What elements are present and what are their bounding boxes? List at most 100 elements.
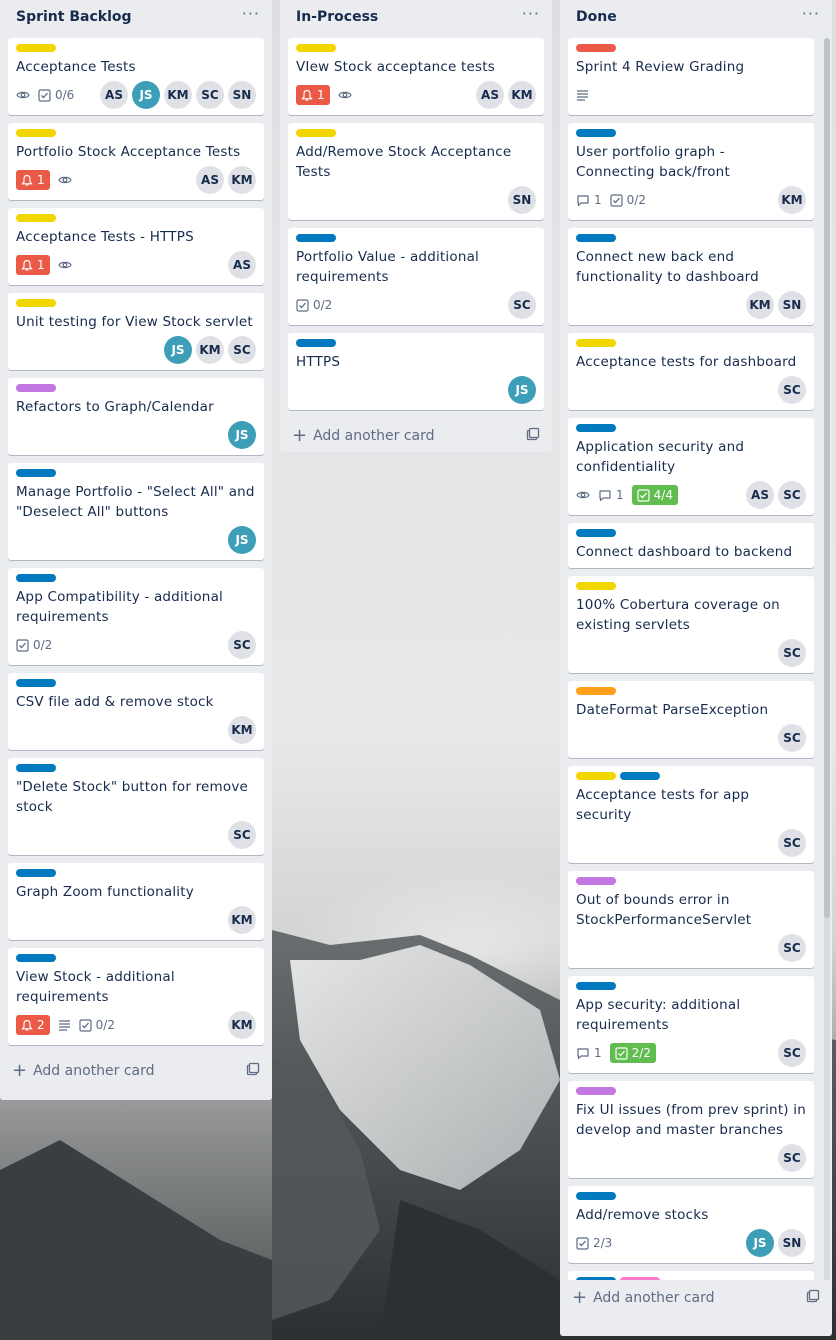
card[interactable]: Connect new back end functionality to da… [568,228,814,325]
label-blue[interactable] [576,1192,616,1200]
card[interactable]: Acceptance Tests 0/6 AS JS KM SC SN [8,38,264,115]
card[interactable]: Out of bounds error in StockPerformanceS… [568,871,814,968]
template-icon[interactable] [806,1289,820,1307]
card[interactable]: Application security and confidentiality… [568,418,814,515]
avatar[interactable]: SC [228,631,256,659]
avatar[interactable]: SC [778,481,806,509]
card[interactable]: VIew Stock acceptance tests 1 AS KM [288,38,544,115]
label-yellow[interactable] [16,44,56,52]
label-blue[interactable] [16,869,56,877]
avatar[interactable]: SC [778,724,806,752]
avatar[interactable]: AS [228,251,256,279]
list-menu-icon[interactable]: ··· [242,4,260,23]
label-blue[interactable] [620,772,660,780]
add-card-button[interactable]: + Add another card [280,418,552,454]
label-purple[interactable] [576,1087,616,1095]
list-menu-icon[interactable]: ··· [522,4,540,23]
label-blue[interactable] [16,469,56,477]
avatar[interactable]: KM [228,166,256,194]
avatar[interactable]: SN [228,81,256,109]
label-red[interactable] [576,44,616,52]
avatar[interactable]: AS [196,166,224,194]
avatar[interactable]: SC [778,934,806,962]
card[interactable]: Acceptance tests for dashboard SC [568,333,814,410]
template-icon[interactable] [246,1062,260,1080]
avatar[interactable]: SC [778,639,806,667]
card[interactable]: Fix UI issues (from prev sprint) in deve… [568,1081,814,1178]
card[interactable]: Add/remove stocks 2/3 JS SN [568,1186,814,1263]
avatar[interactable]: SC [508,291,536,319]
avatar[interactable]: SN [508,186,536,214]
label-yellow[interactable] [576,582,616,590]
label-yellow[interactable] [16,299,56,307]
avatar[interactable]: SC [778,1039,806,1067]
avatar[interactable]: SC [778,829,806,857]
card[interactable]: "Delete Stock" button for remove stock SC [8,758,264,855]
card[interactable]: DateFormat ParseException SC [568,681,814,758]
label-blue[interactable] [16,574,56,582]
label-blue[interactable] [576,529,616,537]
avatar[interactable]: JS [164,336,192,364]
card[interactable]: User portfolio graph - Connecting back/f… [568,123,814,220]
avatar[interactable]: SC [228,336,256,364]
card[interactable]: Refactors to Graph/Calendar JS [8,378,264,455]
label-yellow[interactable] [576,339,616,347]
card[interactable]: App Compatibility - additional requireme… [8,568,264,665]
card[interactable]: Add/Remove Stock Acceptance Tests SN [288,123,544,220]
label-blue[interactable] [16,679,56,687]
label-yellow[interactable] [296,44,336,52]
card[interactable]: Acceptance tests for app security SC [568,766,814,863]
card[interactable]: 100% Cobertura coverage on existing serv… [568,576,814,673]
avatar[interactable]: KM [228,716,256,744]
avatar[interactable]: AS [100,81,128,109]
avatar[interactable]: SC [778,1144,806,1172]
avatar[interactable]: SC [778,376,806,404]
card[interactable]: HTTPS JS [288,333,544,410]
label-blue[interactable] [16,764,56,772]
card[interactable]: Sprint 4 Review Grading [568,38,814,115]
label-blue[interactable] [576,129,616,137]
template-icon[interactable] [526,427,540,445]
card[interactable]: View Stock - additional requirements 2 0/2… [8,948,264,1045]
label-blue[interactable] [296,234,336,242]
list-title[interactable]: Sprint Backlog [16,9,132,25]
avatar[interactable]: SN [778,291,806,319]
label-blue[interactable] [576,424,616,432]
card[interactable]: Portfolio Stock Acceptance Tests 1 AS KM [8,123,264,200]
add-card-button[interactable]: + Add another card [560,1280,832,1316]
card[interactable]: Connect dashboard to backend [568,523,814,568]
card[interactable]: Acceptance Tests - HTTPS 1 AS [8,208,264,285]
label-blue[interactable] [296,339,336,347]
add-card-button[interactable]: + Add another card [0,1053,272,1089]
avatar[interactable]: KM [778,186,806,214]
label-yellow[interactable] [16,129,56,137]
label-blue[interactable] [16,954,56,962]
avatar[interactable]: SN [778,1229,806,1257]
avatar[interactable]: SC [196,81,224,109]
card-scroll-area[interactable]: Sprint 4 Review Grading User portfolio gr… [560,36,832,1298]
avatar[interactable]: JS [508,376,536,404]
avatar[interactable]: JS [746,1229,774,1257]
label-yellow[interactable] [576,772,616,780]
list-title[interactable]: In-Process [296,9,378,25]
avatar[interactable]: JS [228,526,256,554]
label-purple[interactable] [576,877,616,885]
list-menu-icon[interactable]: ··· [802,4,820,23]
card[interactable]: CSV file add & remove stock KM [8,673,264,750]
card[interactable]: Graph Zoom functionality KM [8,863,264,940]
avatar[interactable]: KM [228,906,256,934]
avatar[interactable]: AS [746,481,774,509]
avatar[interactable]: JS [228,421,256,449]
label-purple[interactable] [16,384,56,392]
card[interactable]: Unit testing for View Stock servlet JS KM S… [8,293,264,370]
label-yellow[interactable] [16,214,56,222]
label-blue[interactable] [576,982,616,990]
card[interactable]: Manage Portfolio - "Select All" and "Des… [8,463,264,560]
avatar[interactable]: KM [228,1011,256,1039]
avatar[interactable]: JS [132,81,160,109]
avatar[interactable]: KM [196,336,224,364]
label-blue[interactable] [576,234,616,242]
card[interactable]: Portfolio Value - additional requirement… [288,228,544,325]
avatar[interactable]: KM [746,291,774,319]
label-orange[interactable] [576,687,616,695]
